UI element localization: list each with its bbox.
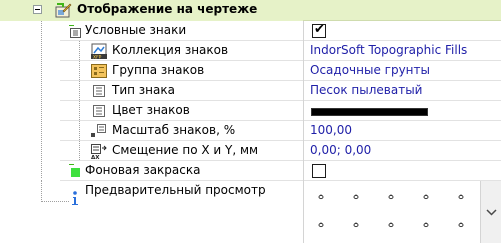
scale-icon bbox=[91, 124, 106, 137]
collapse-toggle[interactable] bbox=[33, 5, 42, 14]
sign-group-icon bbox=[91, 64, 107, 78]
property-value[interactable]: IndorSoft Topographic Fills bbox=[310, 41, 467, 60]
row-separator bbox=[60, 140, 501, 141]
property-row-sign-group[interactable]: Группа знаков Осадочные грунты bbox=[0, 61, 501, 81]
drawing-settings-icon bbox=[55, 3, 72, 18]
property-row-sign-type[interactable]: Тип знака Песок пылеватый bbox=[0, 81, 501, 101]
preview-pattern bbox=[309, 181, 479, 243]
property-row-background[interactable]: Фоновая закраска bbox=[0, 161, 501, 181]
property-label: Смещение по X и Y, мм bbox=[112, 143, 259, 157]
property-row-scale[interactable]: Масштаб знаков, % 100,00 bbox=[0, 121, 501, 141]
svg-text:XFP: XFP bbox=[93, 55, 102, 60]
chevron-down-icon bbox=[486, 209, 497, 216]
row-separator bbox=[60, 160, 501, 161]
property-value[interactable]: 0,00; 0,00 bbox=[310, 141, 371, 160]
property-label: Цвет знаков bbox=[112, 103, 190, 117]
property-label: Предварительный просмотр bbox=[85, 183, 266, 197]
property-label: Масштаб знаков, % bbox=[112, 123, 236, 137]
property-value[interactable]: Осадочные грунты bbox=[310, 61, 430, 80]
color-swatch[interactable] bbox=[311, 108, 428, 116]
group-label: Отображение на чертеже bbox=[77, 2, 258, 16]
row-separator bbox=[60, 180, 501, 181]
property-row-preview: Предварительный просмотр bbox=[0, 181, 501, 243]
svg-text:ΔX: ΔX bbox=[91, 155, 100, 159]
symbol-grid-icon bbox=[69, 25, 81, 38]
symbols-checkbox[interactable]: ✔ bbox=[312, 22, 326, 38]
background-fill-icon bbox=[69, 164, 80, 177]
row-separator bbox=[60, 120, 501, 121]
offset-xy-icon: ΔX bbox=[91, 144, 107, 159]
sand-pattern bbox=[318, 194, 464, 228]
row-separator bbox=[60, 100, 501, 101]
row-separator bbox=[60, 60, 501, 61]
preview-dropdown-button[interactable] bbox=[480, 181, 501, 243]
background-checkbox[interactable] bbox=[312, 164, 326, 178]
row-separator bbox=[303, 20, 501, 21]
property-label: Условные знаки bbox=[85, 23, 187, 37]
property-row-sign-color[interactable]: Цвет знаков bbox=[0, 101, 501, 121]
property-row-symbols[interactable]: Условные знаки ✔ bbox=[0, 21, 501, 41]
color-icon bbox=[93, 105, 105, 117]
property-value[interactable]: Песок пылеватый bbox=[310, 81, 422, 100]
group-row-display[interactable]: Отображение на чертеже bbox=[0, 0, 501, 21]
info-icon bbox=[72, 191, 78, 205]
property-row-collection[interactable]: XFP Коллекция знаков IndorSoft Topograph… bbox=[0, 41, 501, 61]
property-grid: Отображение на чертеже Условные знаки ✔ … bbox=[0, 0, 501, 243]
property-value[interactable]: 100,00 bbox=[310, 121, 352, 140]
property-label: Тип знака bbox=[112, 83, 175, 97]
checkmark-icon: ✔ bbox=[314, 22, 325, 37]
row-separator bbox=[60, 80, 501, 81]
property-label: Коллекция знаков bbox=[112, 43, 229, 57]
property-label: Фоновая закраска bbox=[85, 163, 201, 177]
row-separator bbox=[60, 40, 501, 41]
fill-collection-icon: XFP bbox=[91, 43, 107, 59]
property-row-offset[interactable]: ΔX Смещение по X и Y, мм 0,00; 0,00 bbox=[0, 141, 501, 161]
sign-type-icon bbox=[93, 85, 105, 97]
property-label: Группа знаков bbox=[112, 63, 205, 77]
column-separator[interactable] bbox=[303, 21, 304, 243]
